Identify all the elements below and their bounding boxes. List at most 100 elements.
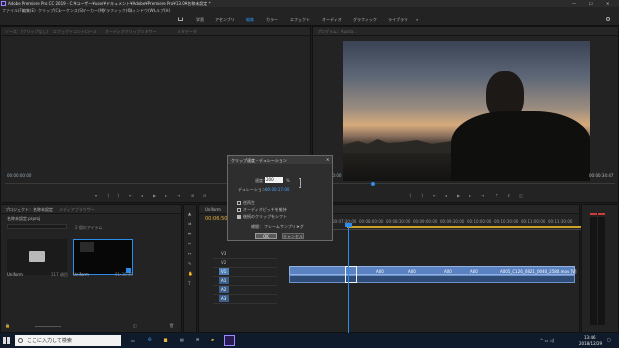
- menu-sequence[interactable]: シーケンス(S): [58, 8, 83, 13]
- workspace-graphics[interactable]: グラフィック: [353, 17, 377, 22]
- link-chain-icon[interactable]: [299, 178, 301, 188]
- edge-icon[interactable]: e: [148, 337, 152, 343]
- chevron-down-icon[interactable]: ▾: [297, 224, 299, 229]
- mail-icon[interactable]: ✉: [196, 337, 199, 342]
- timeline-playhead[interactable]: [348, 225, 349, 333]
- program-scrubber[interactable]: [317, 183, 615, 188]
- mark-out-icon[interactable]: }: [117, 193, 120, 198]
- workspace-libraries[interactable]: ライブラリ: [388, 17, 408, 22]
- workspace-color[interactable]: カラー: [266, 17, 278, 22]
- project-item-bin[interactable]: [7, 239, 67, 275]
- play-icon[interactable]: ▶: [153, 193, 156, 198]
- zoom-slider[interactable]: [35, 326, 61, 327]
- more-workspaces-icon[interactable]: »: [416, 17, 418, 22]
- video-clip-strip[interactable]: A00 A00 A00 A00 A005_C126_0821_0040_2580…: [289, 266, 576, 275]
- hand-tool-icon[interactable]: ✋: [188, 271, 193, 276]
- folder-taskbar-icon[interactable]: ▰: [211, 337, 214, 342]
- ok-button[interactable]: OK: [255, 233, 277, 239]
- workspace-effects[interactable]: エフェクト: [290, 17, 310, 22]
- pen-tool-icon[interactable]: ✎: [188, 261, 191, 266]
- task-view-icon[interactable]: ▭: [131, 338, 135, 343]
- premiere-taskbar-icon[interactable]: [224, 335, 235, 346]
- new-item-icon[interactable]: ◱: [133, 323, 137, 328]
- tab-sequence[interactable]: Uniform: [205, 207, 221, 212]
- prog-mark-out-icon[interactable]: }: [421, 193, 424, 198]
- step-back-icon[interactable]: ◂: [141, 193, 143, 198]
- maximize-button[interactable]: ☐: [589, 1, 593, 6]
- close-button[interactable]: ✕: [606, 1, 609, 6]
- selected-clip[interactable]: [345, 266, 357, 283]
- prog-mark-in-icon[interactable]: {: [409, 193, 412, 198]
- search-icon[interactable]: [606, 17, 610, 21]
- speed-input[interactable]: 200: [265, 177, 283, 183]
- tab-project[interactable]: プロジェクト：名称未設定: [5, 207, 53, 212]
- maintain-pitch-checkbox[interactable]: [237, 208, 241, 212]
- overwrite-icon[interactable]: ⊟: [203, 193, 206, 198]
- tab-metadata[interactable]: メタデータ: [177, 29, 197, 34]
- slip-tool-icon[interactable]: ↔: [188, 251, 191, 256]
- cancel-button[interactable]: キャンセル: [282, 233, 304, 239]
- ripple-edit-tool-icon[interactable]: ⇹: [188, 231, 191, 236]
- start-icon[interactable]: [3, 337, 10, 344]
- tray-icons[interactable]: ^ ▭ ◁): [540, 338, 554, 343]
- project-search-input[interactable]: [7, 224, 67, 229]
- reverse-checkbox[interactable]: [237, 201, 241, 205]
- ripple-checkbox[interactable]: [237, 215, 241, 219]
- taskbar-search-box[interactable]: ここに入力して検索: [15, 335, 121, 346]
- track-select-tool-icon[interactable]: ⇉: [188, 221, 191, 226]
- extract-icon[interactable]: ⇞: [507, 193, 510, 198]
- notification-icon[interactable]: ▢: [607, 337, 611, 342]
- file-explorer-icon[interactable]: ▆: [164, 337, 167, 342]
- speed-unit: %: [286, 178, 290, 183]
- marker-icon[interactable]: ▾: [95, 193, 97, 198]
- minimize-button[interactable]: —: [572, 1, 576, 6]
- home-icon[interactable]: [178, 17, 183, 21]
- prog-step-forward-icon[interactable]: ▸: [469, 193, 471, 198]
- workspace-edit[interactable]: 編集: [246, 17, 254, 22]
- program-playhead[interactable]: [371, 182, 375, 186]
- project-panel: プロジェクト：名称未設定 メディアブラウザー 名称未設定.prproj 2 個の…: [0, 204, 182, 333]
- duration-value[interactable]: 00:00:17:00: [265, 187, 289, 192]
- ruler-label: 00:10:30:00: [494, 219, 519, 224]
- prog-go-to-out-icon[interactable]: ⇥: [481, 193, 484, 198]
- step-forward-icon[interactable]: ▸: [165, 193, 167, 198]
- lift-icon[interactable]: ⇡: [495, 193, 498, 198]
- dialog-close-icon[interactable]: ✕: [326, 157, 329, 162]
- type-tool-icon[interactable]: T: [188, 281, 190, 286]
- track-header-a3[interactable]: A3: [213, 294, 277, 304]
- tab-effect-controls[interactable]: エフェクトコントロール: [53, 29, 97, 34]
- track-label: A3: [221, 296, 227, 301]
- workspace-assembly[interactable]: アセンブリ: [215, 17, 235, 22]
- menu-edit[interactable]: 編集(E): [22, 8, 36, 13]
- trash-icon[interactable]: 🗑: [169, 323, 174, 328]
- razor-tool-icon[interactable]: ✂: [188, 241, 191, 246]
- menu-clip[interactable]: クリップ(C): [38, 8, 60, 13]
- tab-media-browser[interactable]: メディアブラウザー: [59, 207, 95, 212]
- audio-clip-strip[interactable]: [289, 275, 575, 283]
- work-area-bar[interactable]: [347, 226, 581, 228]
- mark-in-icon[interactable]: {: [107, 193, 110, 198]
- menu-file[interactable]: ファイル(F): [2, 8, 23, 13]
- workspace-audio[interactable]: オーディオ: [322, 17, 342, 22]
- meter-peak-right: [598, 213, 605, 215]
- menu-help[interactable]: ヘルプ(H): [152, 8, 170, 13]
- prog-step-back-icon[interactable]: ◂: [445, 193, 447, 198]
- go-to-in-icon[interactable]: ⇤: [129, 193, 132, 198]
- selection-tool-icon[interactable]: ▲: [188, 211, 191, 216]
- store-icon[interactable]: ▤: [180, 337, 184, 342]
- go-to-out-icon[interactable]: ⇥: [177, 193, 180, 198]
- project-item-sequence[interactable]: [73, 239, 133, 275]
- insert-icon[interactable]: ⊞: [191, 193, 194, 198]
- workspace-learn[interactable]: 学習: [196, 17, 204, 22]
- tab-program[interactable]: プログラム：Aucka...: [317, 29, 357, 34]
- playhead-handle[interactable]: [345, 223, 352, 227]
- prog-go-to-in-icon[interactable]: ⇤: [433, 193, 436, 198]
- prog-play-icon[interactable]: ▶: [457, 193, 460, 198]
- ruler-label: 00:09:00:00: [413, 219, 438, 224]
- taskbar-time: 13:46: [584, 335, 596, 340]
- lock-icon[interactable]: 🔒: [5, 323, 10, 328]
- export-frame-icon[interactable]: ◫: [519, 193, 523, 198]
- tab-audio-clip-mixer[interactable]: オーディオクリップミキサー: [105, 29, 157, 34]
- tab-source[interactable]: ソース：(クリップなし): [5, 29, 48, 34]
- source-timecode[interactable]: 00:00:00:00: [7, 173, 31, 178]
